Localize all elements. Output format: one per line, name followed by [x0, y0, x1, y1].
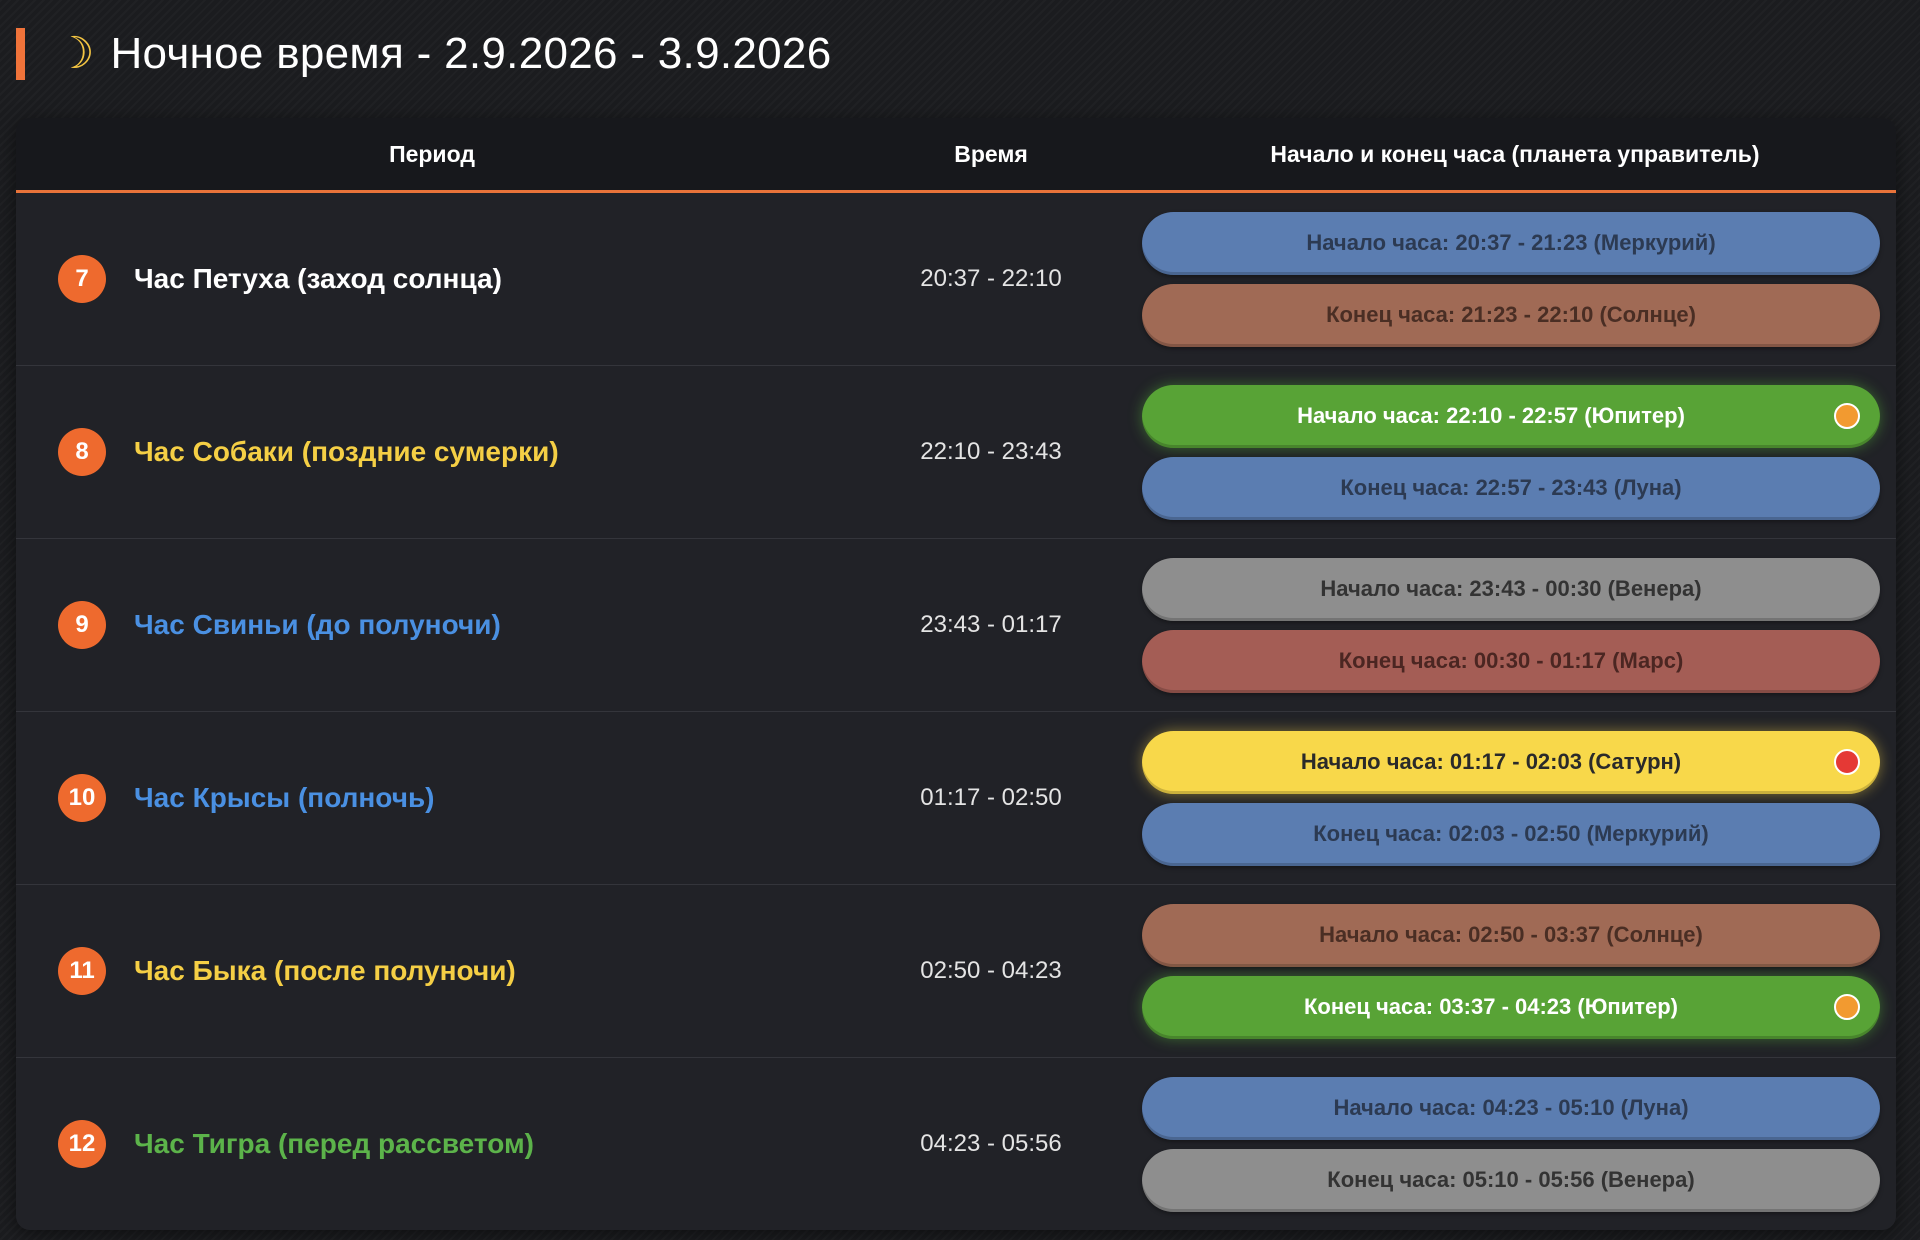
- hour-end-pill: Конец часа: 00:30 - 01:17 (Марс): [1142, 629, 1880, 693]
- hour-start-pill: Начало часа: 02:50 - 03:37 (Солнце): [1142, 903, 1880, 967]
- hour-pill-label: Начало часа: 02:50 - 03:37 (Солнце): [1319, 922, 1703, 947]
- period-name: Час Свиньи (до полуночи): [134, 609, 501, 640]
- period-number-badge: 11: [58, 947, 106, 995]
- hour-start-pill: Начало часа: 01:17 - 02:03 (Сатурн): [1142, 730, 1880, 794]
- table-row: 8 Час Собаки (поздние сумерки) 22:10 - 23:…: [16, 366, 1896, 539]
- period-time-range: 02:50 - 04:23: [920, 957, 1062, 984]
- orange-status-dot-icon: [1834, 994, 1860, 1020]
- page-title: Ночное время - 2.9.2026 - 3.9.2026: [110, 29, 832, 78]
- hour-start-pill: Начало часа: 23:43 - 00:30 (Венера): [1142, 557, 1880, 621]
- column-header-time: Время: [954, 140, 1028, 167]
- period-cell: 7 Час Петуха (заход солнца): [16, 255, 848, 303]
- table-row: 12 Час Тигра (перед рассветом) 04:23 - 05:…: [16, 1058, 1896, 1230]
- page-title-bar: ☽ Ночное время - 2.9.2026 - 3.9.2026: [16, 28, 831, 80]
- planetary-hours-cell: Начало часа: 22:10 - 22:57 (Юпитер) Конец…: [1134, 384, 1896, 520]
- period-time-range: 04:23 - 05:56: [920, 1130, 1062, 1157]
- hour-start-pill: Начало часа: 22:10 - 22:57 (Юпитер): [1142, 384, 1880, 448]
- table-header: Период Время Начало и конец часа (планет…: [16, 118, 1896, 193]
- hour-pill-label: Конец часа: 22:57 - 23:43 (Луна): [1340, 475, 1682, 500]
- period-name: Час Крысы (полночь): [134, 782, 435, 813]
- period-number-badge: 8: [58, 428, 106, 476]
- crescent-moon-icon: ☽: [55, 29, 95, 78]
- column-header-period: Период: [389, 140, 475, 167]
- hour-pill-label: Начало часа: 01:17 - 02:03 (Сатурн): [1300, 749, 1682, 774]
- period-time-range: 23:43 - 01:17: [920, 611, 1062, 638]
- table-row: 10 Час Крысы (полночь) 01:17 - 02:50 Начало…: [16, 712, 1896, 885]
- hour-pill-label: Конец часа: 02:03 - 02:50 (Меркурий): [1313, 821, 1709, 846]
- period-number-badge: 9: [58, 601, 106, 649]
- period-time-range: 22:10 - 23:43: [920, 438, 1062, 465]
- planetary-hours-cell: Начало часа: 20:37 - 21:23 (Меркурий) Кон…: [1134, 211, 1896, 347]
- planetary-hours-cell: Начало часа: 23:43 - 00:30 (Венера) Конец…: [1134, 557, 1896, 693]
- period-number-badge: 7: [58, 255, 106, 303]
- hour-pill-label: Начало часа: 20:37 - 21:23 (Меркурий): [1306, 230, 1716, 255]
- period-number-badge: 10: [58, 774, 106, 822]
- hour-start-pill: Начало часа: 20:37 - 21:23 (Меркурий): [1142, 211, 1880, 275]
- period-name: Час Петуха (заход солнца): [134, 263, 502, 294]
- hour-start-pill: Начало часа: 04:23 - 05:10 (Луна): [1142, 1076, 1880, 1140]
- table-row: 7 Час Петуха (заход солнца) 20:37 - 22:10 Н…: [16, 193, 1896, 366]
- hour-pill-label: Начало часа: 23:43 - 00:30 (Венера): [1320, 576, 1702, 601]
- hours-table: Период Время Начало и конец часа (планет…: [16, 118, 1896, 1230]
- period-number-badge: 12: [58, 1120, 106, 1168]
- period-cell: 11 Час Быка (после полуночи): [16, 947, 848, 995]
- hour-pill-label: Конец часа: 03:37 - 04:23 (Юпитер): [1303, 994, 1678, 1019]
- red-status-dot-icon: [1834, 749, 1860, 775]
- hour-end-pill: Конец часа: 02:03 - 02:50 (Меркурий): [1142, 802, 1880, 866]
- period-time-range: 20:37 - 22:10: [920, 265, 1062, 292]
- planetary-hours-cell: Начало часа: 01:17 - 02:03 (Сатурн) Конец…: [1134, 730, 1896, 866]
- period-name: Час Быка (после полуночи): [134, 955, 516, 986]
- orange-status-dot-icon: [1834, 403, 1860, 429]
- period-time-range: 01:17 - 02:50: [920, 784, 1062, 811]
- hour-pill-label: Начало часа: 04:23 - 05:10 (Луна): [1333, 1095, 1689, 1120]
- hour-pill-label: Конец часа: 00:30 - 01:17 (Марс): [1338, 648, 1684, 673]
- hour-end-pill: Конец часа: 05:10 - 05:56 (Венера): [1142, 1148, 1880, 1212]
- hour-end-pill: Конец часа: 21:23 - 22:10 (Солнце): [1142, 283, 1880, 347]
- planetary-hours-cell: Начало часа: 04:23 - 05:10 (Луна) Конец ч…: [1134, 1076, 1896, 1212]
- planetary-hours-cell: Начало часа: 02:50 - 03:37 (Солнце) Конец…: [1134, 903, 1896, 1039]
- hour-pill-label: Начало часа: 22:10 - 22:57 (Юпитер): [1297, 403, 1685, 428]
- hour-end-pill: Конец часа: 22:57 - 23:43 (Луна): [1142, 456, 1880, 520]
- period-cell: 8 Час Собаки (поздние сумерки): [16, 428, 848, 476]
- hour-pill-label: Конец часа: 05:10 - 05:56 (Венера): [1327, 1167, 1695, 1192]
- table-body: 7 Час Петуха (заход солнца) 20:37 - 22:10 Н…: [16, 193, 1896, 1230]
- table-row: 11 Час Быка (после полуночи) 02:50 - 04:23…: [16, 885, 1896, 1058]
- period-name: Час Собаки (поздние сумерки): [134, 436, 559, 467]
- column-header-hours: Начало и конец часа (планета управитель): [1270, 140, 1760, 167]
- period-cell: 12 Час Тигра (перед рассветом): [16, 1120, 848, 1168]
- hour-pill-label: Конец часа: 21:23 - 22:10 (Солнце): [1326, 302, 1696, 327]
- period-cell: 9 Час Свиньи (до полуночи): [16, 601, 848, 649]
- period-name: Час Тигра (перед рассветом): [134, 1128, 534, 1159]
- table-row: 9 Час Свиньи (до полуночи) 23:43 - 01:17 На…: [16, 539, 1896, 712]
- hour-end-pill: Конец часа: 03:37 - 04:23 (Юпитер): [1142, 975, 1880, 1039]
- period-cell: 10 Час Крысы (полночь): [16, 774, 848, 822]
